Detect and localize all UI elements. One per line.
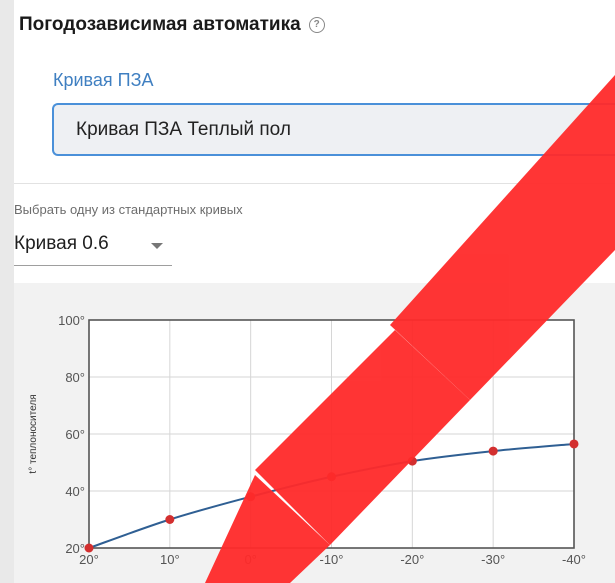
curve-chart-svg: 20° 10° 0° -10° -20° -30° -40°20°40°60°80°100°… [28, 313, 586, 567]
y-axis-label: t° теплоносителя [28, 394, 39, 473]
y-tick-label: 60° [65, 427, 85, 442]
data-point [488, 446, 498, 456]
data-point [84, 543, 94, 553]
y-tick-label: 100° [58, 313, 85, 328]
curve-chart: 20° 10° 0° -10° -20° -30° -40° 20° 40° 60° 80° 100°… [14, 283, 615, 583]
data-point [569, 439, 579, 449]
section-title: Погодозависимая автоматика ? [19, 14, 325, 36]
divider [14, 183, 615, 184]
question-circle-icon[interactable]: ? [308, 17, 325, 33]
y-tick-label: 20° [65, 541, 85, 556]
standard-curve-select[interactable]: Кривая 0.6 [14, 226, 172, 266]
data-point [246, 492, 256, 502]
data-point [327, 472, 336, 482]
y-tick-label: 40° [65, 484, 85, 499]
chevron-down-icon [151, 243, 163, 249]
section-title-text: Погодозависимая автоматика [19, 14, 301, 35]
standard-curves-hint: Выбрать одну из стандартных кривых [14, 202, 243, 217]
weather-automation-panel: Погодозависимая автоматика ? Кривая ПЗА … [14, 0, 615, 583]
x-tick-label: -40° [562, 552, 586, 567]
curve-field-label: Кривая ПЗА [53, 70, 154, 90]
standard-curve-selected: Кривая 0.6 [14, 233, 109, 254]
x-tick-label: -30° [481, 552, 505, 567]
x-tick-label: 10° [160, 552, 180, 567]
curve-name-field[interactable]: Кривая ПЗА Теплый пол [52, 103, 615, 156]
data-point [165, 515, 175, 524]
x-tick-label: -20° [400, 552, 424, 567]
x-tick-label: 0° [244, 552, 256, 567]
curve-name-value: Кривая ПЗА Теплый пол [76, 119, 291, 140]
y-tick-label: 80° [65, 370, 85, 385]
x-tick-label: -10° [320, 552, 344, 567]
data-point [407, 456, 417, 466]
